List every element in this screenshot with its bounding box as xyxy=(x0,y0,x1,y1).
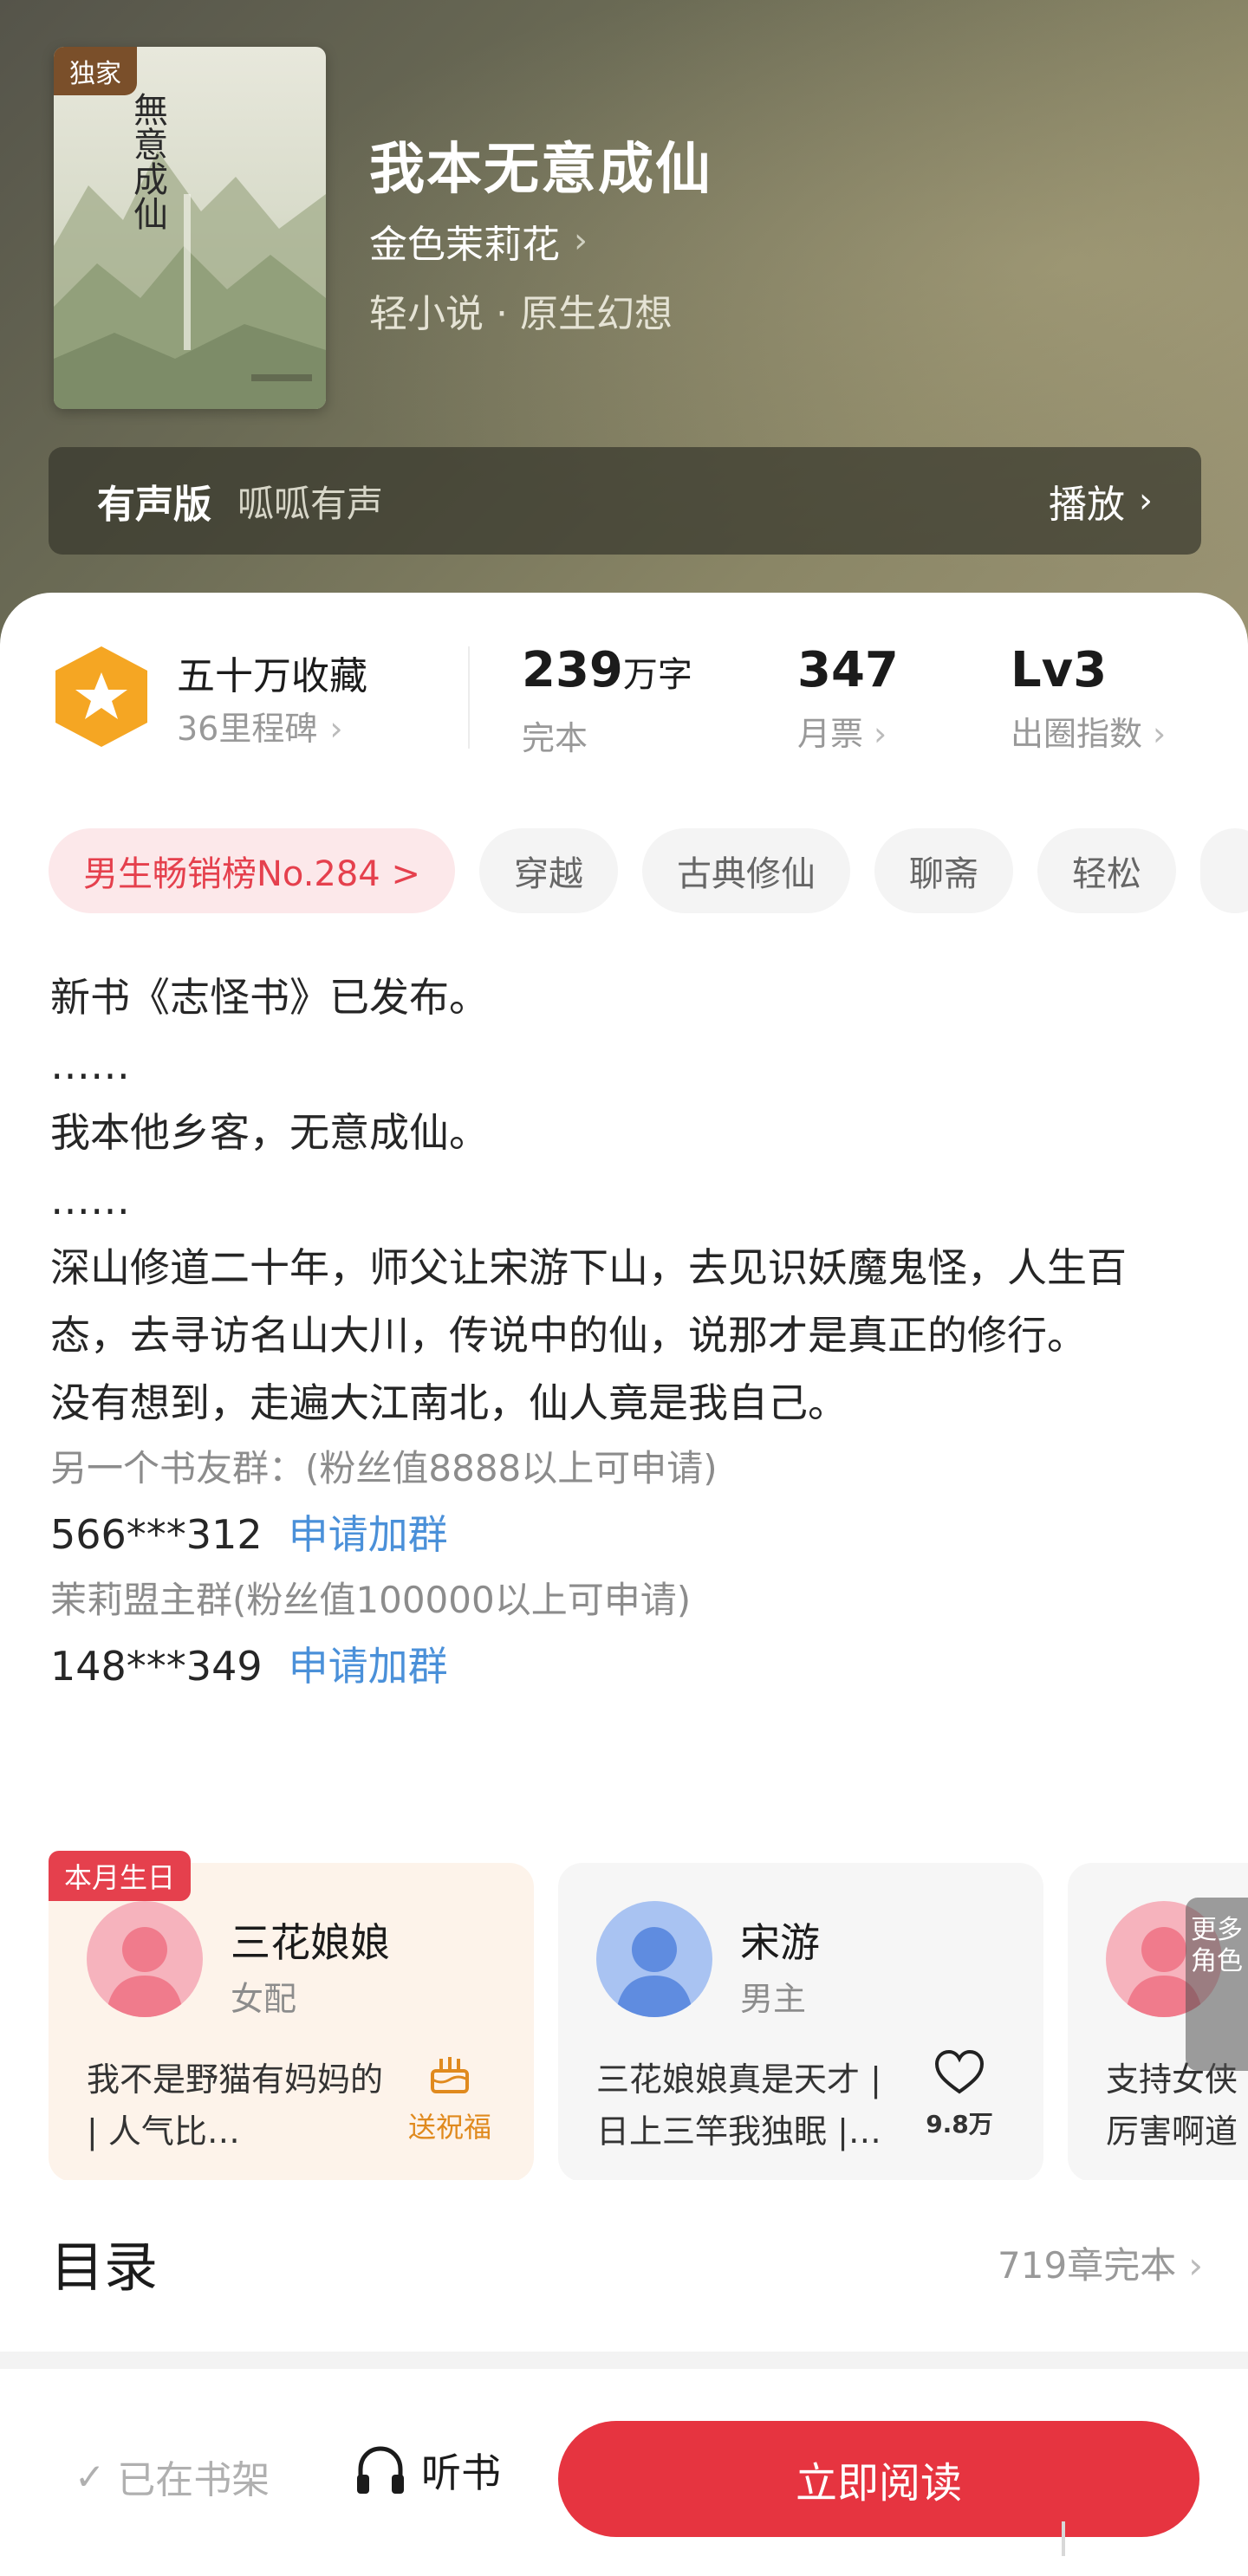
fan-group-row: 148***349 申请加群 xyxy=(50,1632,1203,1700)
book-genre: 轻小说 · 原生幻想 xyxy=(369,292,673,336)
stats-divider xyxy=(468,646,470,749)
tag-rank[interactable]: 男生畅销榜No.284 > xyxy=(49,828,455,913)
on-shelf-button[interactable]: ✓ 已在书架 xyxy=(75,2449,270,2504)
fan-group-number: 566***312 xyxy=(50,1511,263,1558)
book-detail-card: 五十万收藏 36里程碑 › 239万字 完本 347 月票 › Lv3 出圈指数 › … xyxy=(0,593,1248,2352)
chevron-right-icon: › xyxy=(874,715,887,753)
popularity-level-value: Lv3 xyxy=(1011,642,1108,698)
character-card[interactable]: 宋游 男主 三花娘娘真是天才 | 日上三竿我独眠 |… 9.8万 xyxy=(558,1863,1043,2180)
play-label: 播放 xyxy=(1049,483,1125,527)
table-of-contents-row[interactable]: 目录 719章完本 › xyxy=(50,2223,1203,2301)
tag-item[interactable] xyxy=(1199,828,1248,913)
audio-label: 有声版 xyxy=(97,483,211,527)
description-line: 我本他乡客，无意成仙。 xyxy=(50,1109,489,1156)
star-badge-icon[interactable] xyxy=(52,643,151,750)
audio-version-bar[interactable]: 有声版 呱呱有声 播放 › xyxy=(49,447,1201,555)
character-role: 女配 xyxy=(231,1980,297,2018)
tag-item[interactable]: 聊斋 xyxy=(874,828,1013,913)
favorites-count: 五十万收藏 xyxy=(177,654,367,698)
headphones-icon xyxy=(357,2446,404,2494)
fan-group-label: 茉莉盟主群(粉丝值100000以上可申请) xyxy=(50,1579,692,1621)
avatar xyxy=(87,1901,203,2017)
exclusive-badge: 独家 xyxy=(54,47,137,95)
send-wishes-button[interactable]: 送祝福 xyxy=(393,2048,506,2145)
character-name: 宋游 xyxy=(740,1919,820,1966)
bottom-action-bar: ✓ 已在书架 听书 立即阅读 xyxy=(0,2369,1248,2576)
popularity-index-stat[interactable]: Lv3 出圈指数 › xyxy=(1011,638,1166,755)
birthday-badge: 本月生日 xyxy=(49,1851,192,1901)
like-count: 9.8万 xyxy=(926,2110,993,2138)
character-quote: 我不是野猫有妈妈的 | 人气比… xyxy=(87,2060,384,2151)
milestones-label: 36里程碑 xyxy=(177,710,318,748)
read-now-button[interactable]: 立即阅读 xyxy=(558,2421,1199,2537)
completion-status: 完本 xyxy=(522,719,588,757)
like-button[interactable]: 9.8万 xyxy=(903,2048,1016,2140)
description-line: 新书《志怪书》已发布。 xyxy=(50,974,489,1021)
play-button[interactable]: 播放 › xyxy=(1049,473,1153,529)
character-name: 三花娘娘 xyxy=(231,1919,390,1966)
description-line: …… xyxy=(50,1177,130,1223)
character-card[interactable]: 本月生日 三花娘娘 女配 我不是野猫有妈妈的 | 人气比… 送祝福 xyxy=(49,1851,534,2180)
chevron-right-icon: › xyxy=(574,221,588,261)
description-line: …… xyxy=(50,1041,130,1088)
character-role: 男主 xyxy=(740,1980,807,2018)
listen-label: 听书 xyxy=(421,2449,501,2496)
chapter-count: 719章完本 xyxy=(998,2243,1177,2287)
tag-item[interactable]: 古典修仙 xyxy=(641,828,850,913)
avatar xyxy=(596,1901,712,2017)
stats-row: 五十万收藏 36里程碑 › 239万字 完本 347 月票 › Lv3 出圈指数 › xyxy=(0,638,1248,759)
more-roles-button[interactable]: 更多角色 xyxy=(1186,1898,1248,2071)
author-name: 金色茉莉花 xyxy=(369,223,560,267)
join-group-link[interactable]: 申请加群 xyxy=(289,1643,448,1690)
join-group-link[interactable]: 申请加群 xyxy=(289,1511,448,1558)
character-quote: 三花娘娘真是天才 | 日上三竿我独眠 |… xyxy=(596,2060,881,2151)
audio-source: 呱呱有声 xyxy=(237,482,384,525)
word-count-unit: 万字 xyxy=(622,655,692,695)
cover-title: 無意成仙 xyxy=(127,92,167,230)
chevron-right-icon: › xyxy=(1188,2243,1203,2287)
monthly-tickets-label: 月票 xyxy=(797,715,864,753)
tag-item[interactable]: 轻松 xyxy=(1037,828,1176,913)
monthly-tickets-stat[interactable]: 347 月票 › xyxy=(797,638,899,755)
cake-icon xyxy=(431,2057,469,2093)
word-count-stat: 239万字 完本 xyxy=(522,638,692,759)
character-carousel[interactable]: 本月生日 三花娘娘 女配 我不是野猫有妈妈的 | 人气比… 送祝福 宋游 男主 … xyxy=(0,1851,1248,2180)
chevron-right-icon: › xyxy=(329,710,343,748)
listen-button[interactable]: 听书 xyxy=(352,2442,501,2499)
book-cover[interactable]: 独家 無意成仙 xyxy=(54,47,326,409)
heart-icon xyxy=(934,2049,985,2094)
chevron-right-icon: › xyxy=(1139,481,1153,521)
send-wishes-label: 送祝福 xyxy=(407,2111,491,2144)
word-count-value: 239 xyxy=(522,642,623,698)
fan-group-row: 566***312 申请加群 xyxy=(50,1501,1203,1568)
fan-group-number: 148***349 xyxy=(50,1643,263,1690)
description-line: 深山修道二十年，师父让宋游下山，去见识妖魔鬼怪，人生百态，去寻访名山大川，传说中… xyxy=(50,1244,1127,1359)
monthly-tickets-value: 347 xyxy=(797,642,899,698)
scroll-indicator xyxy=(1062,2521,1065,2556)
author-link[interactable]: 金色茉莉花 › xyxy=(369,213,588,269)
tag-item[interactable]: 穿越 xyxy=(478,828,618,913)
book-title: 我本无意成仙 xyxy=(369,138,712,202)
checkmark-icon: ✓ xyxy=(75,2455,106,2498)
on-shelf-label: 已在书架 xyxy=(117,2458,270,2502)
popularity-level-label: 出圈指数 xyxy=(1011,715,1143,753)
tag-list: 男生畅销榜No.284 > 穿越 古典修仙 聊斋 轻松 xyxy=(49,828,1248,915)
fan-group-label: 另一个书友群：(粉丝值8888以上可申请) xyxy=(50,1447,718,1489)
toc-title: 目录 xyxy=(50,2235,159,2299)
description-line: 没有想到，走遍大江南北，仙人竟是我自己。 xyxy=(50,1379,848,1426)
book-description: 新书《志怪书》已发布。 …… 我本他乡客，无意成仙。 …… 深山修道二十年，师父… xyxy=(50,964,1203,1700)
book-header: 独家 無意成仙 我本无意成仙 金色茉莉花 › 轻小说 · 原生幻想 有声版 呱呱… xyxy=(0,0,1248,659)
cover-landscape-art xyxy=(54,151,326,409)
chevron-right-icon: › xyxy=(1153,715,1167,753)
milestones-link[interactable]: 36里程碑 › xyxy=(177,702,343,749)
